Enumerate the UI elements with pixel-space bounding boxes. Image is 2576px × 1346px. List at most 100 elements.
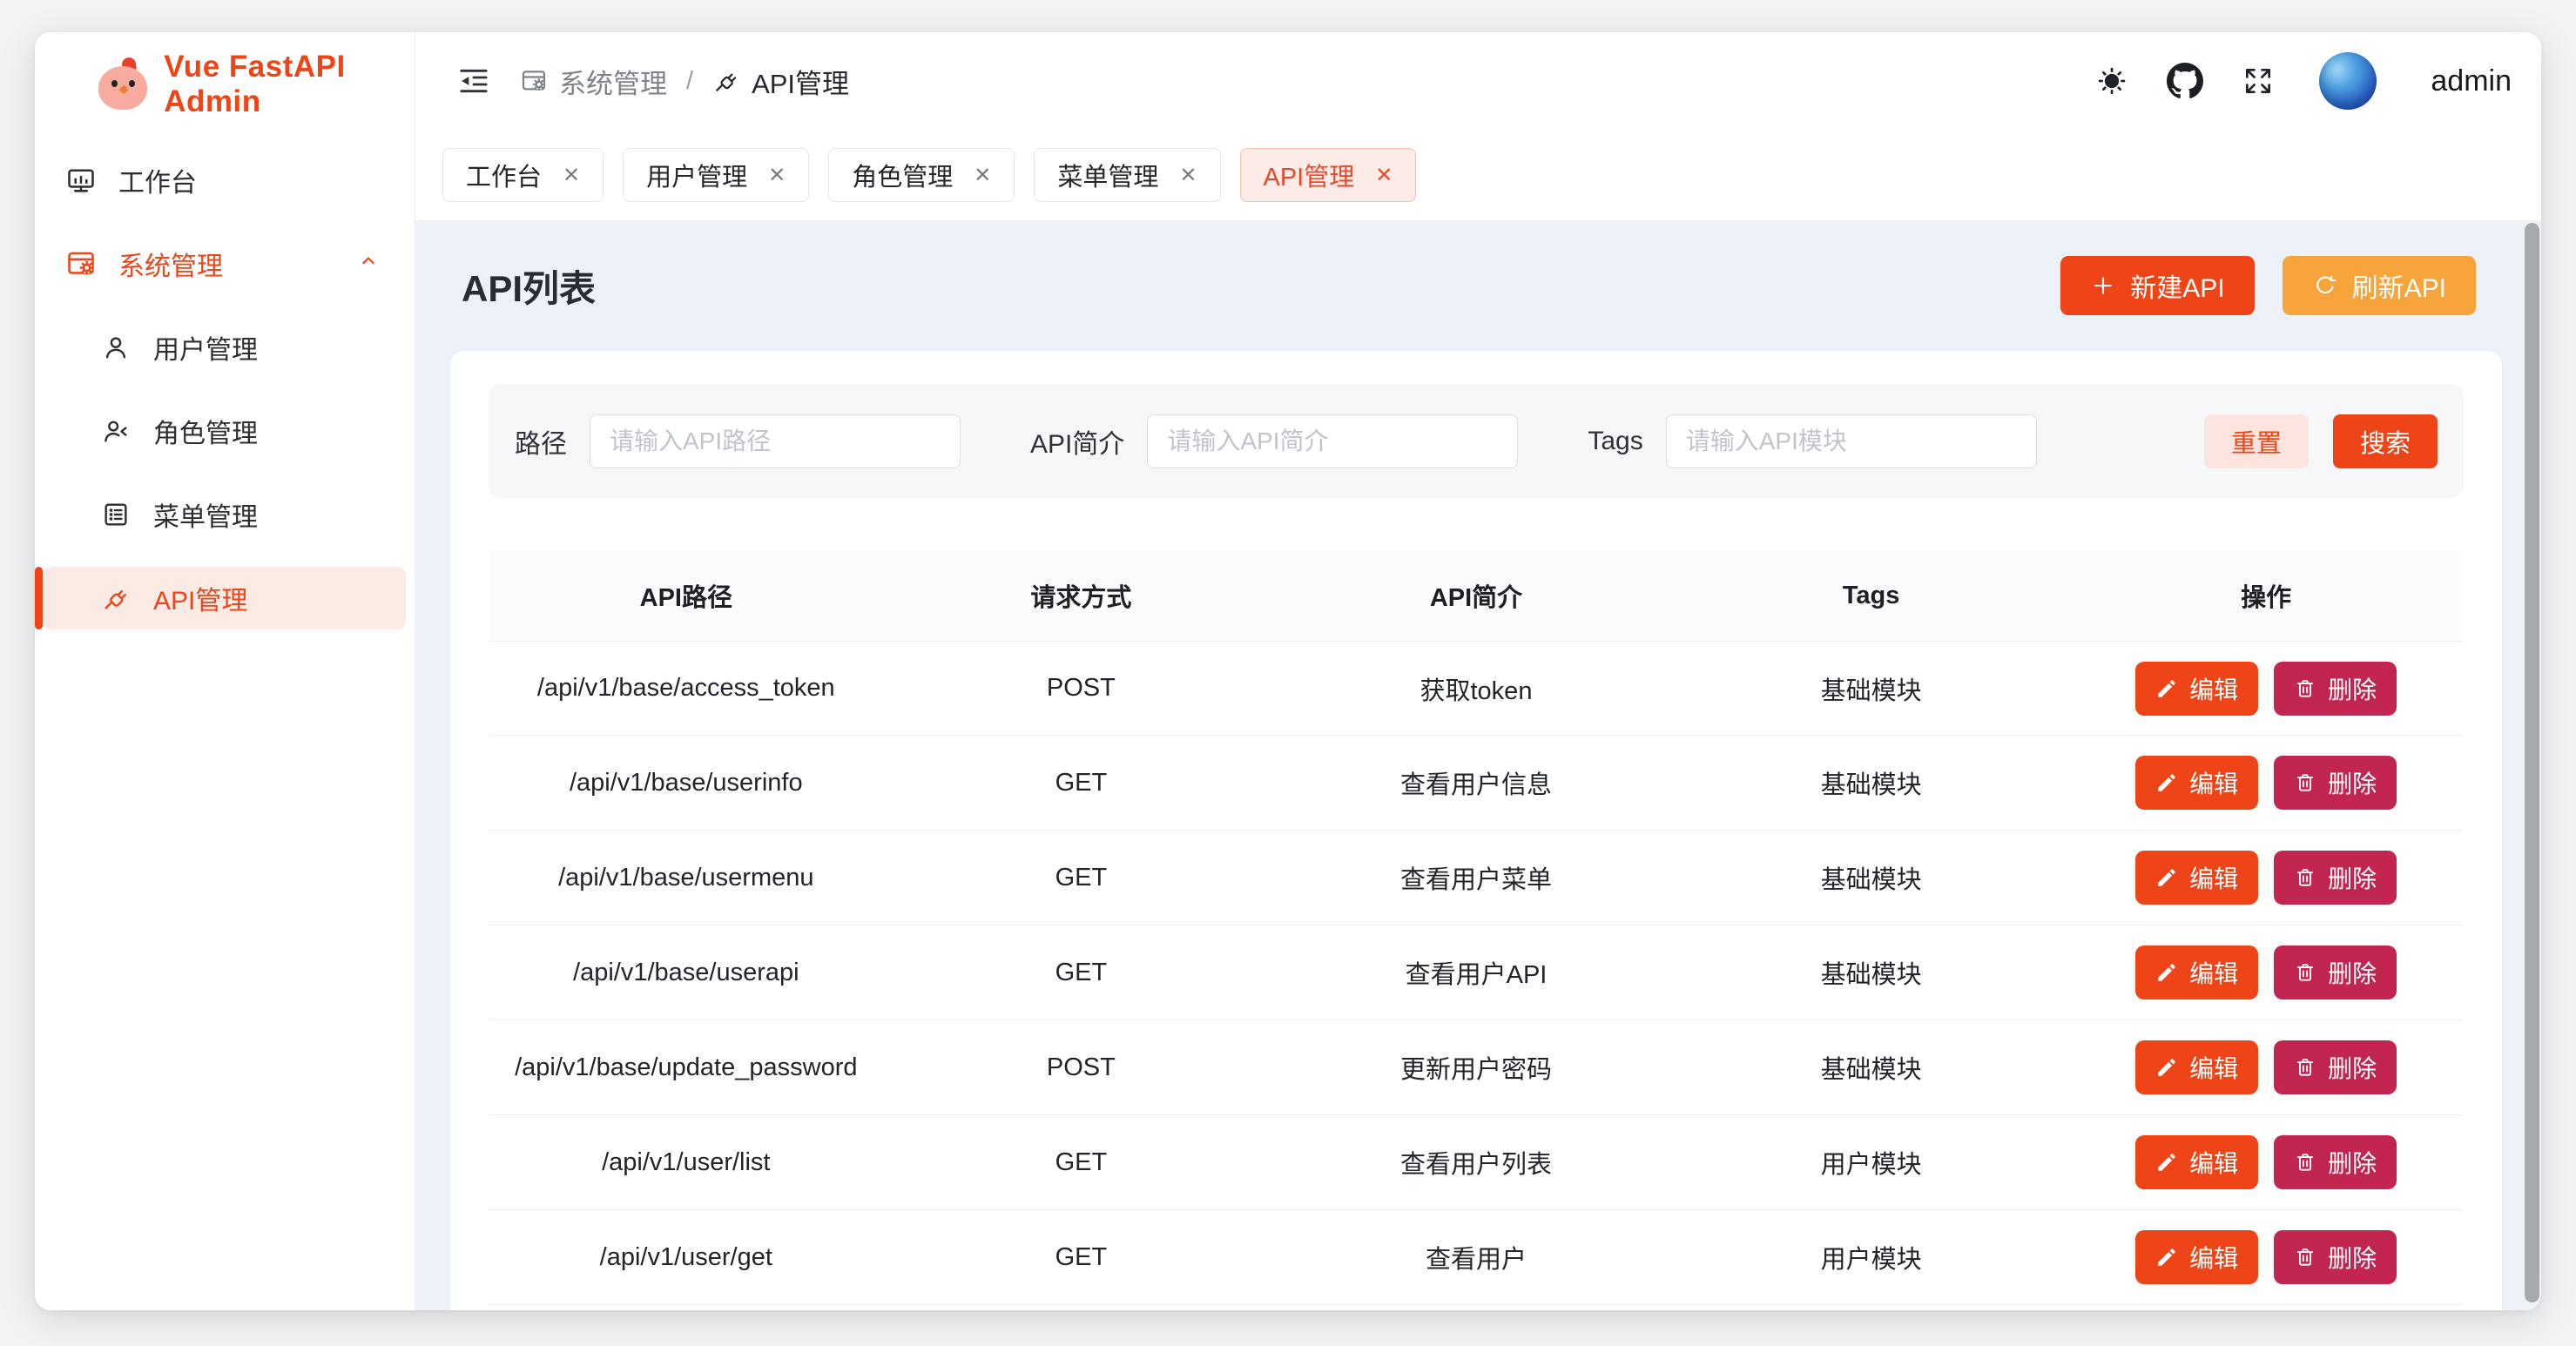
sidebar-item-users[interactable]: 用户管理 xyxy=(44,316,406,379)
edit-button[interactable]: 编辑 xyxy=(2135,1040,2258,1094)
tags-filter-input[interactable] xyxy=(1666,414,2037,468)
cell-api-path: /api/v1/base/update_password xyxy=(489,1053,884,1082)
cell-tags: 基础模块 xyxy=(1674,670,2069,707)
delete-button[interactable]: 删除 xyxy=(2274,1135,2397,1189)
cell-summary: 查看用户 xyxy=(1278,1239,1674,1275)
cell-actions: 编辑 删除 xyxy=(2068,756,2464,810)
table-row: /api/v1/base/usermenu GET 查看用户菜单 基础模块 xyxy=(489,831,2464,925)
cell-actions: 编辑 删除 xyxy=(2068,851,2464,905)
close-icon[interactable]: ✕ xyxy=(1375,163,1393,188)
logo: Vue FastAPI Admin xyxy=(35,32,415,137)
api-table: API路径 请求方式 API简介 Tags 操作 /api/v1/base/ac… xyxy=(489,550,2464,1310)
breadcrumb-label: 系统管理 xyxy=(559,62,667,101)
pencil-icon xyxy=(2155,1056,2178,1079)
close-icon[interactable]: ✕ xyxy=(563,163,580,188)
username[interactable]: admin xyxy=(2431,64,2512,98)
monitor-icon xyxy=(65,165,97,196)
system-gear-icon xyxy=(520,67,548,95)
edit-label: 编辑 xyxy=(2189,765,2238,800)
sidebar-item-workbench[interactable]: 工作台 xyxy=(44,149,406,212)
edit-button[interactable]: 编辑 xyxy=(2135,756,2258,810)
edit-button[interactable]: 编辑 xyxy=(2135,1135,2258,1189)
main-area: 系统管理 / API管理 xyxy=(415,32,2541,1310)
vertical-scrollbar[interactable] xyxy=(2525,223,2539,1302)
sidebar-item-system[interactable]: 系统管理 xyxy=(44,232,406,295)
trash-icon xyxy=(2294,1056,2316,1079)
sidebar-item-api[interactable]: API管理 xyxy=(44,567,406,629)
table-row: /api/v1/base/userapi GET 查看用户API 基础模块 xyxy=(489,925,2464,1020)
delete-button[interactable]: 删除 xyxy=(2274,1230,2397,1284)
tab-menus[interactable]: 菜单管理 ✕ xyxy=(1034,148,1220,202)
edit-button[interactable]: 编辑 xyxy=(2135,1230,2258,1284)
tab-api[interactable]: API管理 ✕ xyxy=(1240,148,1417,202)
cell-summary: 查看用户API xyxy=(1278,954,1674,991)
refresh-api-button[interactable]: 刷新API xyxy=(2283,256,2476,315)
cell-tags: 用户模块 xyxy=(1674,1239,2069,1275)
tab-users[interactable]: 用户管理 ✕ xyxy=(623,148,809,202)
cell-method: POST xyxy=(884,1053,1279,1082)
edit-label: 编辑 xyxy=(2189,1050,2238,1085)
breadcrumb-item-system[interactable]: 系统管理 xyxy=(520,62,667,101)
delete-label: 删除 xyxy=(2328,765,2377,800)
summary-filter-label: API简介 xyxy=(1030,422,1124,461)
edit-label: 编辑 xyxy=(2189,955,2238,990)
api-plug-icon xyxy=(712,67,740,95)
user-avatar[interactable] xyxy=(2319,52,2377,110)
sidebar: Vue FastAPI Admin 工作台 xyxy=(35,32,415,1310)
reset-button[interactable]: 重置 xyxy=(2204,414,2309,468)
theme-sun-icon[interactable] xyxy=(2093,62,2131,100)
pencil-icon xyxy=(2155,1246,2178,1269)
refresh-icon xyxy=(2312,273,2338,299)
tab-workbench[interactable]: 工作台 ✕ xyxy=(442,148,604,202)
cell-actions: 编辑 删除 xyxy=(2068,1135,2464,1189)
trash-icon xyxy=(2294,771,2316,794)
table-row: /api/v1/base/access_token POST 获取token 基… xyxy=(489,641,2464,736)
delete-button[interactable]: 删除 xyxy=(2274,851,2397,905)
sidebar-item-label: 菜单管理 xyxy=(153,495,258,534)
edit-label: 编辑 xyxy=(2189,1240,2238,1275)
cell-tags: 基础模块 xyxy=(1674,764,2069,801)
cell-api-path: /api/v1/user/list xyxy=(489,1148,884,1177)
api-plug-icon xyxy=(100,582,131,614)
edit-label: 编辑 xyxy=(2189,1145,2238,1180)
fullscreen-icon[interactable] xyxy=(2239,62,2277,100)
close-icon[interactable]: ✕ xyxy=(974,163,991,188)
delete-label: 删除 xyxy=(2328,671,2377,706)
edit-button[interactable]: 编辑 xyxy=(2135,662,2258,716)
sidebar-item-menus[interactable]: 菜单管理 xyxy=(44,483,406,546)
delete-label: 删除 xyxy=(2328,1240,2377,1275)
table-row: /api/v1/base/userinfo GET 查看用户信息 基础模块 xyxy=(489,736,2464,831)
column-header-summary: API简介 xyxy=(1278,577,1674,614)
summary-filter-input[interactable] xyxy=(1147,414,1518,468)
cell-actions: 编辑 删除 xyxy=(2068,946,2464,999)
github-icon[interactable] xyxy=(2166,62,2204,100)
menu-list-icon xyxy=(100,499,131,530)
search-button[interactable]: 搜索 xyxy=(2333,414,2438,468)
table-row: /api/v1/user/get GET 查看用户 用户模块 xyxy=(489,1210,2464,1305)
sidebar-item-roles[interactable]: 角色管理 xyxy=(44,400,406,462)
delete-button[interactable]: 删除 xyxy=(2274,662,2397,716)
content-section: API列表 新建API 刷新API xyxy=(415,220,2541,1310)
pencil-icon xyxy=(2155,961,2178,984)
table-row: /api/v1/base/update_password POST 更新用户密码… xyxy=(489,1020,2464,1115)
edit-button[interactable]: 编辑 xyxy=(2135,946,2258,999)
tab-roles[interactable]: 角色管理 ✕ xyxy=(828,148,1015,202)
sidebar-item-label: API管理 xyxy=(153,579,247,617)
cell-tags: 基础模块 xyxy=(1674,1049,2069,1086)
delete-button[interactable]: 删除 xyxy=(2274,946,2397,999)
cell-summary: 更新用户密码 xyxy=(1278,1049,1674,1086)
new-api-button[interactable]: 新建API xyxy=(2060,256,2254,315)
delete-button[interactable]: 删除 xyxy=(2274,756,2397,810)
edit-button[interactable]: 编辑 xyxy=(2135,851,2258,905)
tab-label: 角色管理 xyxy=(852,157,953,193)
pencil-icon xyxy=(2155,677,2178,700)
sidebar-collapse-icon[interactable] xyxy=(455,63,492,99)
delete-button[interactable]: 删除 xyxy=(2274,1040,2397,1094)
close-icon[interactable]: ✕ xyxy=(1179,163,1197,188)
sidebar-item-label: 角色管理 xyxy=(153,412,258,450)
cell-tags: 基础模块 xyxy=(1674,954,2069,991)
breadcrumb-item-api[interactable]: API管理 xyxy=(712,62,849,101)
close-icon[interactable]: ✕ xyxy=(768,163,786,188)
page-title-row: API列表 新建API 刷新API xyxy=(450,255,2502,316)
path-filter-input[interactable] xyxy=(590,414,961,468)
